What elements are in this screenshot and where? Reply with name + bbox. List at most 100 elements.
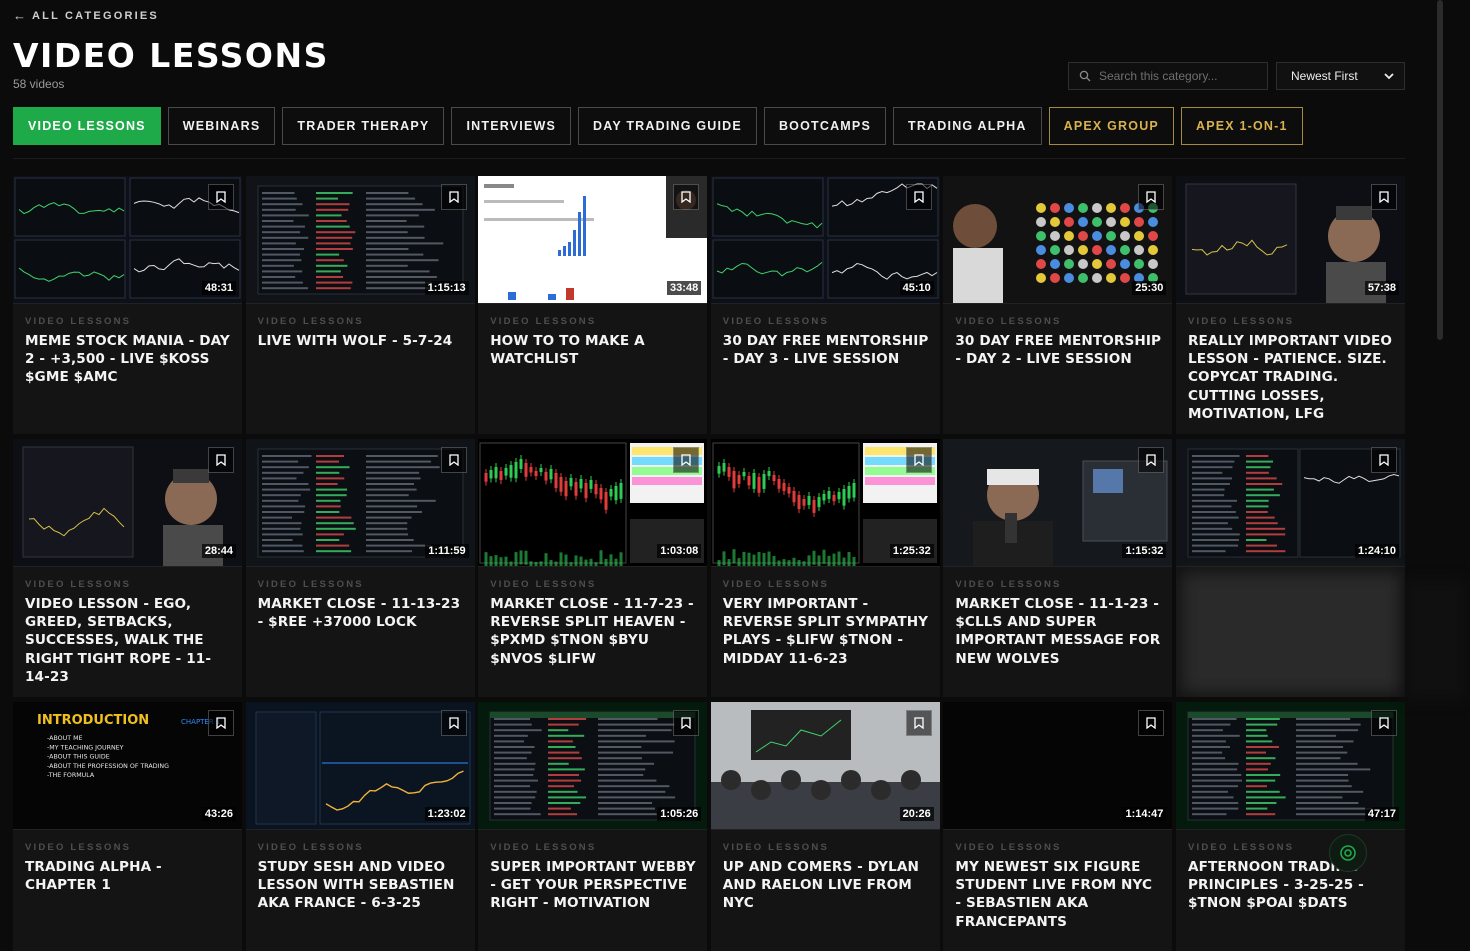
bookmark-button[interactable] — [1370, 184, 1397, 210]
back-to-all-categories-link[interactable]: ← ALL CATEGORIES — [13, 8, 159, 23]
bookmark-button[interactable] — [440, 447, 467, 473]
video-thumbnail[interactable]: 20:26 — [710, 702, 940, 830]
svg-text:-ABOUT THE PROFESSION OF TRADI: -ABOUT THE PROFESSION OF TRADING — [47, 763, 169, 770]
video-title[interactable]: LIVE WITH WOLF - 5-7-24 — [258, 332, 465, 350]
video-card[interactable]: 1:14:47 VIDEO LESSONS MY NEWEST SIX FIGURE… — [943, 702, 1173, 951]
video-title[interactable]: VERY IMPORTANT - REVERSE SPLIT SYMPATHY … — [723, 595, 930, 668]
video-card[interactable]: 1:05:26 VIDEO LESSONS SUPER IMPORTANT WEBB… — [478, 702, 708, 951]
video-title[interactable]: AFTERNOON TRADING PRINCIPLES - 3-25-25 -… — [1188, 858, 1395, 913]
video-thumbnail[interactable]: INTRODUCTION CHAPTER 1 -ABOUT ME -MY TEACHI… — [13, 702, 242, 830]
video-thumbnail[interactable]: 1:24:10 — [1175, 439, 1405, 567]
video-title[interactable]: 30 DAY FREE MENTORSHIP - DAY 3 - LIVE SE… — [723, 332, 930, 368]
video-card[interactable]: 48:31 VIDEO LESSONS MEME STOCK MANIA - DAY… — [13, 176, 242, 434]
video-title[interactable]: MARKET CLOSE - 11-7-23 - REVERSE SPLIT H… — [490, 595, 697, 668]
video-card[interactable]: 20:26 VIDEO LESSONS UP AND COMERS - DYLAN … — [710, 702, 940, 951]
tab-interviews[interactable]: INTERVIEWS — [451, 107, 572, 145]
video-thumbnail[interactable]: 47:17 — [1175, 702, 1405, 830]
video-card[interactable]: 47:17 VIDEO LESSONS AFTERNOON TRADING PRIN… — [1175, 702, 1405, 951]
bookmark-button[interactable] — [905, 710, 932, 736]
tab-trader-therapy[interactable]: TRADER THERAPY — [282, 107, 445, 145]
bookmark-icon — [1146, 717, 1157, 729]
video-title[interactable]: MEME STOCK MANIA - DAY 2 - +3,500 - LIVE… — [25, 332, 232, 387]
video-card[interactable]: 1:03:08 VIDEO LESSONS MARKET CLOSE - 11-7-… — [478, 439, 708, 697]
video-card[interactable]: 1:24:10 — [1175, 439, 1405, 697]
tab-video-lessons[interactable]: VIDEO LESSONS — [13, 107, 161, 145]
video-card[interactable]: 1:15:32 VIDEO LESSONS MARKET CLOSE - 11-1-… — [943, 439, 1173, 697]
tab-trading-alpha[interactable]: TRADING ALPHA — [893, 107, 1042, 145]
video-thumbnail[interactable]: 1:03:08 — [478, 439, 708, 567]
video-card[interactable]: 33:48 VIDEO LESSONS HOW TO TO MAKE A WATCH… — [478, 176, 708, 434]
tab-apex-1-on-1[interactable]: APEX 1-ON-1 — [1180, 107, 1303, 145]
tab-day-trading-guide[interactable]: DAY TRADING GUIDE — [578, 107, 757, 145]
video-title[interactable]: SUPER IMPORTANT WEBBY - GET YOUR PERSPEC… — [490, 858, 697, 913]
tab-webinars[interactable]: WEBINARS — [167, 107, 276, 145]
video-card[interactable]: 45:10 VIDEO LESSONS 30 DAY FREE MENTORSHIP… — [710, 176, 940, 434]
video-title[interactable]: VIDEO LESSON - EGO, GREED, SETBACKS, SUC… — [25, 595, 232, 686]
bookmark-icon — [216, 191, 226, 203]
bookmark-button[interactable] — [673, 447, 700, 473]
bookmark-button[interactable] — [208, 710, 234, 736]
scrollbar[interactable] — [1437, 0, 1443, 340]
video-thumbnail[interactable]: 33:48 — [478, 176, 708, 304]
bookmark-button[interactable] — [208, 447, 234, 473]
video-thumbnail[interactable]: 1:23:02 — [245, 702, 475, 830]
video-thumbnail[interactable]: 1:11:59 — [245, 439, 475, 567]
video-title[interactable]: STUDY SESH AND VIDEO LESSON WITH SEBASTI… — [258, 858, 465, 913]
bookmark-button[interactable] — [673, 184, 700, 210]
video-thumbnail[interactable]: 48:31 — [13, 176, 242, 304]
video-thumbnail[interactable]: 57:38 — [1175, 176, 1405, 304]
video-card[interactable]: 1:23:02 VIDEO LESSONS STUDY SESH AND VIDEO… — [245, 702, 475, 951]
video-category: VIDEO LESSONS — [25, 316, 132, 327]
video-thumbnail[interactable]: 1:15:32 — [943, 439, 1173, 567]
tab-bootcamps[interactable]: BOOTCAMPS — [763, 107, 886, 145]
bookmark-button[interactable] — [673, 710, 700, 736]
bookmark-button[interactable] — [440, 184, 467, 210]
video-card[interactable]: 25:30 VIDEO LESSONS 30 DAY FREE MENTORSHIP… — [943, 176, 1173, 434]
video-duration: 1:25:32 — [889, 544, 934, 558]
video-title[interactable]: HOW TO TO MAKE A WATCHLIST — [490, 332, 697, 368]
video-thumbnail[interactable]: 1:05:26 — [478, 702, 708, 830]
video-category: VIDEO LESSONS — [1187, 316, 1295, 327]
back-link-label: ALL CATEGORIES — [32, 9, 159, 22]
video-thumbnail[interactable]: 28:44 — [13, 439, 242, 567]
video-thumbnail[interactable]: 1:25:32 — [710, 439, 940, 567]
bookmark-button[interactable] — [905, 184, 932, 210]
video-count: 58 videos — [13, 77, 65, 91]
video-thumbnail[interactable]: 25:30 — [943, 176, 1173, 304]
video-title[interactable]: MY NEWEST SIX FIGURE STUDENT LIVE FROM N… — [955, 858, 1162, 931]
video-title[interactable]: 30 DAY FREE MENTORSHIP - DAY 2 - LIVE SE… — [955, 332, 1162, 368]
video-title[interactable]: UP AND COMERS - DYLAN AND RAELON LIVE FR… — [723, 858, 930, 913]
bookmark-button[interactable] — [1370, 710, 1397, 736]
video-card[interactable]: 28:44 VIDEO LESSONS VIDEO LESSON - EGO, GR… — [13, 439, 242, 697]
video-card[interactable]: 1:25:32 VIDEO LESSONS VERY IMPORTANT - REV… — [710, 439, 940, 697]
svg-text:-ABOUT THIS GUIDE: -ABOUT THIS GUIDE — [47, 754, 110, 761]
sort-select[interactable]: Newest First — [1276, 62, 1405, 90]
search-input[interactable] — [1099, 69, 1259, 83]
video-card[interactable]: 1:15:13 VIDEO LESSONS LIVE WITH WOLF - 5-7… — [245, 176, 475, 434]
tab-apex-group[interactable]: APEX GROUP — [1048, 107, 1174, 145]
bookmark-button[interactable] — [1138, 447, 1165, 473]
bookmark-icon — [1146, 191, 1157, 203]
video-category: VIDEO LESSONS — [25, 579, 132, 590]
bookmark-icon — [681, 191, 691, 203]
bookmark-icon — [448, 191, 459, 203]
arrow-left-icon: ← — [13, 8, 26, 23]
bookmark-button[interactable] — [208, 184, 234, 210]
bookmark-button[interactable] — [905, 447, 932, 473]
video-title[interactable]: TRADING ALPHA - CHAPTER 1 — [25, 858, 232, 894]
video-card[interactable]: 1:11:59 VIDEO LESSONS MARKET CLOSE - 11-13… — [245, 439, 475, 697]
bookmark-button[interactable] — [1138, 710, 1165, 736]
video-card[interactable]: INTRODUCTION CHAPTER 1 -ABOUT ME -MY TEACHI… — [13, 702, 242, 951]
video-title[interactable]: MARKET CLOSE - 11-1-23 - $CLLS AND SUPER… — [955, 595, 1162, 668]
video-title[interactable]: REALLY IMPORTANT VIDEO LESSON - PATIENCE… — [1188, 332, 1395, 423]
video-thumbnail[interactable]: 1:14:47 — [943, 702, 1173, 830]
video-thumbnail[interactable]: 45:10 — [710, 176, 940, 304]
video-thumbnail[interactable]: 1:15:13 — [245, 176, 475, 304]
video-card[interactable]: 57:38 VIDEO LESSONS REALLY IMPORTANT VIDEO… — [1175, 176, 1405, 434]
bookmark-button[interactable] — [440, 710, 467, 736]
bookmark-button[interactable] — [1138, 184, 1165, 210]
bookmark-button[interactable] — [1370, 447, 1397, 473]
chat-button[interactable] — [1329, 834, 1367, 872]
video-title[interactable]: MARKET CLOSE - 11-13-23 - $REE +37000 LO… — [258, 595, 465, 631]
search-box[interactable] — [1068, 62, 1268, 90]
